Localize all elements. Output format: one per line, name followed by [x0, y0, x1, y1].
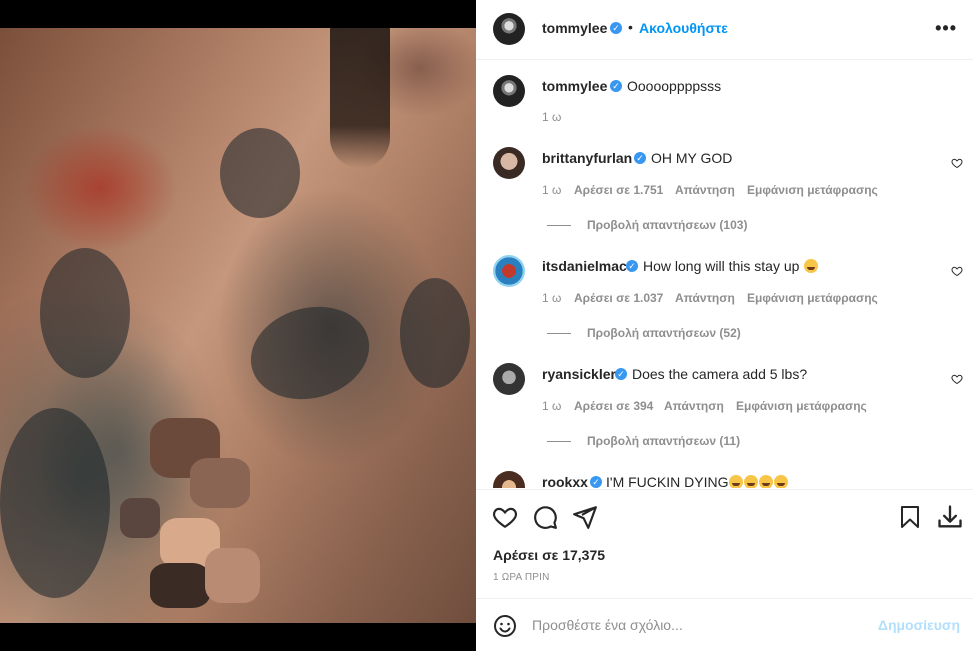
share-icon[interactable]: [572, 504, 598, 530]
laughing-emoji-icon: [729, 475, 744, 488]
comment-like-icon[interactable]: [951, 265, 963, 277]
photo-tattoo: [220, 128, 300, 218]
post-comment-button[interactable]: Δημοσίευση: [878, 617, 960, 633]
comment-text: I'M FUCKIN DYING: [606, 474, 789, 488]
view-replies-button[interactable]: Προβολή απαντήσεων (103): [547, 218, 747, 232]
comment-likes[interactable]: Αρέσει σε 394: [574, 399, 653, 413]
see-translation-button[interactable]: Εμφάνιση μετάφρασης: [736, 399, 867, 413]
comment-composer: Δημοσίευση: [476, 598, 973, 652]
verified-badge-icon: ✓: [634, 152, 646, 164]
censor-pixel: [190, 458, 250, 508]
comment-like-icon[interactable]: [951, 157, 963, 169]
heart-icon[interactable]: [492, 504, 518, 530]
view-replies-button[interactable]: Προβολή απαντήσεων (52): [547, 326, 741, 340]
comment-likes[interactable]: Αρέσει σε 1.037: [574, 291, 663, 305]
photo-tattoo: [400, 278, 470, 388]
laughing-emoji-icon: [744, 475, 759, 488]
post-timestamp[interactable]: 1 ΩΡΑ ΠΡΙΝ: [493, 572, 550, 583]
comment-text: Does the camera add 5 lbs?: [632, 366, 808, 382]
verified-badge-icon: ✓: [590, 476, 602, 488]
caption-avatar[interactable]: [493, 75, 525, 107]
view-replies-label: Προβολή απαντήσεων (52): [587, 326, 741, 340]
author-username[interactable]: tommylee: [542, 20, 607, 36]
verified-badge-icon: ✓: [610, 22, 622, 34]
comment-time[interactable]: 1 ω: [542, 291, 561, 305]
comment-icon[interactable]: [532, 504, 558, 530]
photo-tattoo: [0, 408, 110, 598]
post-photo: [0, 28, 476, 623]
see-translation-button[interactable]: Εμφάνιση μετάφρασης: [747, 183, 878, 197]
photo-tattoo: [240, 294, 380, 412]
censor-pixel: [205, 548, 260, 603]
comment-avatar[interactable]: [493, 255, 525, 287]
author-avatar[interactable]: [493, 13, 525, 45]
reply-button[interactable]: Απάντηση: [675, 183, 735, 197]
comment-avatar[interactable]: [493, 363, 525, 395]
comment-username[interactable]: itsdanielmac: [542, 258, 627, 274]
comment-text: How long will this stay up: [643, 258, 819, 274]
photo-hair: [330, 28, 390, 168]
comment-input[interactable]: [532, 613, 852, 637]
verified-badge-icon: ✓: [615, 368, 627, 380]
caption-username[interactable]: tommylee: [542, 78, 607, 94]
comment-avatar[interactable]: [493, 147, 525, 179]
see-translation-button[interactable]: Εμφάνιση μετάφρασης: [747, 291, 878, 305]
reply-button[interactable]: Απάντηση: [664, 399, 724, 413]
more-options-icon[interactable]: •••: [935, 18, 957, 39]
comment-text: OH MY GOD: [651, 150, 733, 166]
photo-tattoo: [40, 248, 130, 378]
comment-time[interactable]: 1 ω: [542, 399, 561, 413]
follow-button[interactable]: Ακολουθήστε: [639, 20, 728, 36]
verified-badge-icon: ✓: [610, 80, 622, 92]
separator-dot: •: [628, 19, 633, 35]
comment-likes[interactable]: Αρέσει σε 1.751: [574, 183, 663, 197]
download-icon[interactable]: [936, 503, 964, 531]
comment-time[interactable]: 1 ω: [542, 183, 561, 197]
caption-time[interactable]: 1 ω: [542, 110, 561, 124]
comment-like-icon[interactable]: [951, 373, 963, 385]
comment-text-body: How long will this stay up: [643, 258, 800, 274]
reply-button[interactable]: Απάντηση: [675, 291, 735, 305]
laughing-emoji-icon: [804, 259, 819, 273]
post-media[interactable]: [0, 0, 476, 651]
comments-list[interactable]: tommylee ✓ Oooooppppsss 1 ω brittanyfurl…: [476, 60, 973, 488]
view-replies-label: Προβολή απαντήσεων (11): [587, 434, 741, 448]
censor-pixel: [120, 498, 160, 538]
verified-badge-icon: ✓: [626, 260, 638, 272]
post-actions: Αρέσει σε 17,375 1 ΩΡΑ ΠΡΙΝ: [476, 489, 973, 598]
post-detail-panel: tommylee ✓ • Ακολουθήστε ••• tommylee ✓ …: [476, 0, 973, 651]
laughing-emoji-icon: [774, 475, 789, 488]
likes-count[interactable]: Αρέσει σε 17,375: [493, 547, 605, 563]
save-icon[interactable]: [898, 505, 922, 529]
post-header: tommylee ✓ • Ακολουθήστε •••: [476, 0, 973, 60]
view-replies-button[interactable]: Προβολή απαντήσεων (11): [547, 434, 740, 448]
laughing-emoji-icon: [759, 475, 774, 488]
comment-text-body: I'M FUCKIN DYING: [606, 474, 729, 488]
comment-username[interactable]: brittanyfurlan: [542, 150, 632, 166]
comment-avatar[interactable]: [493, 471, 525, 488]
emoji-icon[interactable]: [493, 614, 517, 638]
caption-text: Oooooppppsss: [627, 78, 722, 94]
comment-username[interactable]: rookxx: [542, 474, 588, 488]
comment-username[interactable]: ryansickler: [542, 366, 616, 382]
view-replies-label: Προβολή απαντήσεων (103): [587, 218, 748, 232]
censor-pixel: [150, 563, 210, 608]
